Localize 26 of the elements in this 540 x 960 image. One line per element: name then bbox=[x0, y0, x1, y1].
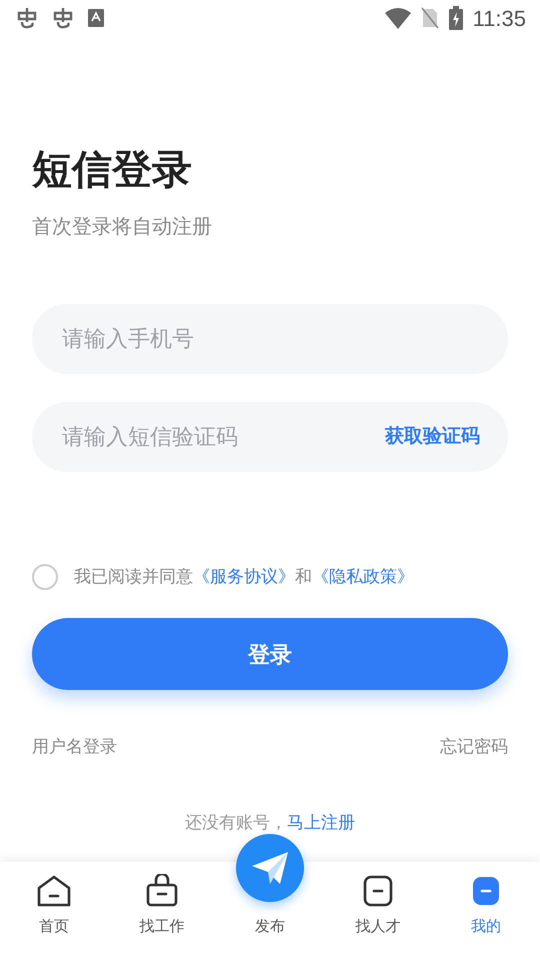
forgot-password-link[interactable]: 忘记密码 bbox=[440, 734, 508, 760]
service-agreement-link[interactable]: 《服务协议》 bbox=[193, 567, 295, 586]
publish-tab[interactable]: 发布 bbox=[216, 834, 324, 960]
agreement-checkbox[interactable] bbox=[32, 564, 58, 590]
keyboard-icon bbox=[88, 9, 104, 27]
login-button[interactable]: 登录 bbox=[32, 618, 508, 690]
phone-input-field[interactable]: 请输入手机号 bbox=[32, 304, 508, 374]
get-code-link[interactable]: 获取验证码 bbox=[385, 424, 480, 450]
clock-time: 11:35 bbox=[472, 4, 526, 32]
username-login-link[interactable]: 用户名登录 bbox=[32, 734, 117, 760]
register-link[interactable]: 马上注册 bbox=[287, 812, 355, 832]
nav-tab[interactable]: 我的 bbox=[432, 862, 540, 960]
nav-tab[interactable]: 找人才 bbox=[324, 862, 432, 960]
briefcase-icon bbox=[145, 874, 179, 908]
privacy-policy-link[interactable]: 《隐私政策》 bbox=[312, 567, 414, 586]
nav-tab[interactable]: 找工作 bbox=[108, 862, 216, 960]
person-card-icon bbox=[361, 874, 395, 908]
register-prompt: 还没有账号，马上注册 bbox=[184, 812, 356, 834]
wifi-icon bbox=[384, 7, 411, 29]
home-icon bbox=[36, 874, 72, 908]
no-sim-icon bbox=[420, 7, 439, 29]
page-title: 短信登录 bbox=[32, 147, 193, 194]
battery-charging-icon bbox=[448, 6, 463, 30]
nav-tab[interactable]: 首页 bbox=[0, 862, 108, 960]
agreement-text: 我已阅读并同意《服务协议》和《隐私政策》 bbox=[74, 566, 414, 588]
subtitle: 首次登录将自动注册 bbox=[32, 215, 213, 240]
